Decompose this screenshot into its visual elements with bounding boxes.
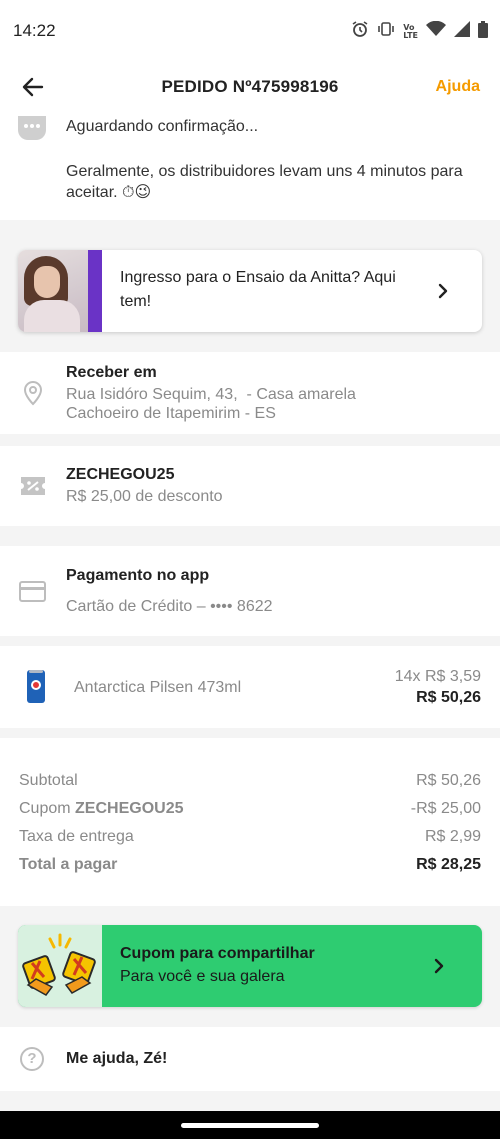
subtotal-value: R$ 50,26 [416, 772, 481, 789]
help-link[interactable]: Ajuda [436, 78, 480, 96]
share-coupon-card[interactable]: Cupom para compartilhar Para você e sua … [18, 925, 482, 1007]
question-circle-icon: ? [20, 1047, 44, 1071]
home-gesture-handle[interactable] [181, 1123, 319, 1128]
chat-bubble-icon [18, 116, 46, 140]
help-row[interactable]: ? Me ajuda, Zé! [0, 1027, 500, 1091]
cheers-illustration [18, 925, 102, 1007]
share-coupon-subtitle: Para você e sua galera [120, 968, 285, 985]
status-time: 14:22 [13, 21, 56, 40]
address-title: Receber em [66, 364, 157, 381]
order-summary-section: Subtotal R$ 50,26 Cupom ZECHEGOU25 -R$ 2… [0, 738, 500, 906]
signal-icon [454, 21, 470, 42]
chevron-right-icon [434, 958, 444, 974]
delivery-fee-value: R$ 2,99 [424, 828, 481, 845]
volte-icon: Vo LTE [403, 22, 418, 40]
coupon-section: ZECHEGOU25 R$ 25,00 de desconto [0, 446, 500, 526]
order-status-title: Aguardando confirmação... [66, 118, 259, 135]
address-line-1: Rua Isidóro Sequim, 43, - Casa amarela [66, 386, 356, 403]
beer-can-image [27, 670, 45, 703]
order-status-description: Geralmente, os distribuidores levam uns … [66, 163, 463, 201]
promo-text: Ingresso para o Ensaio da Anitta? Aqui t… [120, 269, 396, 310]
order-item-row: Antarctica Pilsen 473ml 14x R$ 3,59 R$ 5… [0, 646, 500, 728]
subtotal-label: Subtotal [19, 772, 78, 789]
promo-card[interactable]: Ingresso para o Ensaio da Anitta? Aqui t… [18, 250, 482, 332]
order-status-section: Aguardando confirmação... Geralmente, os… [0, 112, 500, 220]
coupon-ticket-icon [21, 477, 45, 495]
delivery-fee-label: Taxa de entrega [19, 828, 134, 845]
wifi-icon [426, 20, 446, 42]
alarm-icon [351, 20, 369, 43]
item-name: Antarctica Pilsen 473ml [74, 679, 242, 696]
total-label: Total a pagar [19, 856, 118, 873]
address-line-2: Cachoeiro de Itapemirim - ES [66, 405, 276, 422]
item-total: R$ 50,26 [416, 689, 481, 706]
promo-image-strip [88, 250, 102, 332]
page-title: PEDIDO Nº475998196 [161, 77, 339, 96]
coupon-code: ZECHEGOU25 [66, 466, 175, 483]
coupon-discount-label: Cupom ZECHEGOU25 [19, 800, 184, 817]
status-icons: Vo LTE [351, 20, 488, 43]
coupon-discount-code: ZECHEGOU25 [75, 800, 184, 817]
vibrate-icon [377, 20, 395, 43]
coupon-discount-value: -R$ 25,00 [410, 800, 481, 817]
coupon-description: R$ 25,00 de desconto [66, 488, 223, 505]
credit-card-icon [19, 581, 46, 602]
payment-section: Pagamento no app Cartão de Crédito – •••… [0, 546, 500, 636]
item-quantity-price: 14x R$ 3,59 [394, 668, 481, 685]
help-label: Me ajuda, Zé! [66, 1050, 168, 1067]
status-bar: 14:22 Vo LTE [0, 0, 500, 62]
system-navigation-bar [0, 1111, 500, 1139]
total-value: R$ 28,25 [416, 856, 481, 873]
payment-title: Pagamento no app [66, 567, 210, 584]
share-coupon-title: Cupom para compartilhar [120, 945, 315, 962]
battery-icon [478, 20, 488, 43]
payment-method: Cartão de Crédito – •••• 8622 [66, 598, 273, 615]
chevron-right-icon [438, 283, 448, 299]
app-header: PEDIDO Nº475998196 Ajuda [0, 62, 500, 112]
delivery-address-section: Receber em Rua Isidóro Sequim, 43, - Cas… [0, 352, 500, 434]
location-pin-icon [23, 381, 43, 406]
